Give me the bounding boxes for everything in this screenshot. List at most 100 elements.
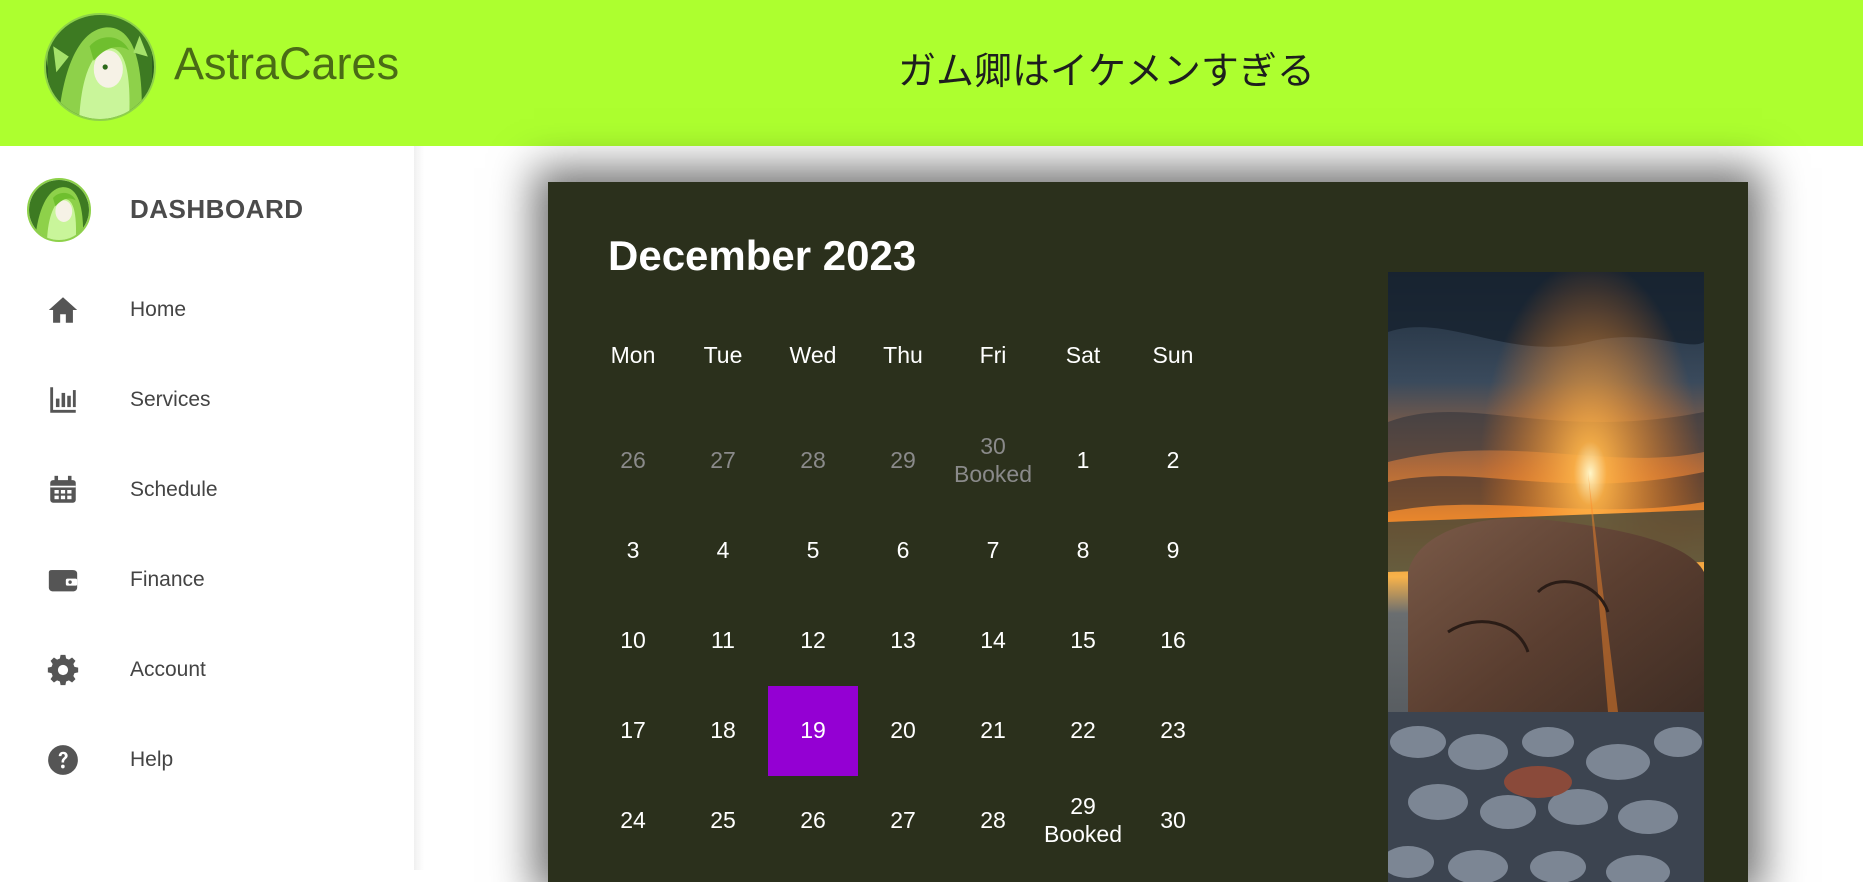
calendar-day[interactable]: 3 [588,506,678,596]
calendar-day[interactable]: 30 [1128,776,1218,866]
day-number: 26 [620,447,646,474]
day-number: 8 [1076,537,1090,564]
calendar-day[interactable]: 4 [678,506,768,596]
day-number: 19 [800,717,826,744]
calendar-day[interactable]: 28 [768,416,858,506]
calendar-day[interactable]: 12 [768,596,858,686]
calendar-day[interactable]: 15 [1038,596,1128,686]
calendar-card: December 2023 Mon Tue Wed Thu Fri Sat Su… [548,182,1748,882]
day-number: 9 [1166,537,1180,564]
sidebar-item-account[interactable]: Account [0,635,414,705]
day-number: 17 [620,717,646,744]
calendar-day[interactable]: 28 [948,776,1038,866]
day-number: 14 [980,627,1006,654]
calendar-day[interactable]: 25 [678,776,768,866]
sidebar-divider [414,146,424,870]
calendar-day[interactable]: 24 [588,776,678,866]
day-number: 27 [890,807,916,834]
day-number: 15 [1070,627,1096,654]
brand-name[interactable]: AstraCares [174,38,399,90]
top-header: AstraCares ガム卿はイケメンすぎる [0,0,1863,146]
calendar-day[interactable]: 17 [588,686,678,776]
day-number: 4 [716,537,730,564]
day-number: 22 [1070,717,1096,744]
calendar-day[interactable]: 26 [588,416,678,506]
day-number: 23 [1160,717,1186,744]
day-number: 5 [806,537,820,564]
question-circle-icon [46,743,80,777]
weekday-label: Thu [883,342,923,368]
weekday-label: Wed [789,342,837,368]
calendar-day[interactable]: 16 [1128,596,1218,686]
calendar-day[interactable]: 11 [678,596,768,686]
gear-icon [46,653,80,687]
calendar-day[interactable]: 23 [1128,686,1218,776]
header-message: ガム卿はイケメンすぎる [898,49,1315,93]
weekday-label: Sat [1065,342,1101,368]
sunset-rock-image [1388,272,1704,882]
brand-logo[interactable] [44,13,156,121]
calendar-day[interactable]: 27 [678,416,768,506]
calendar-day[interactable]: 26 [768,776,858,866]
calendar-day[interactable]: 18 [678,686,768,776]
calendar-day[interactable]: 10 [588,596,678,686]
booked-label: Booked [1043,821,1122,847]
avatar[interactable] [27,178,91,242]
day-number: 29 [890,447,916,474]
weekday-label: Sun [1152,342,1194,368]
wallet-icon [46,563,80,597]
sidebar-item-schedule[interactable]: Schedule [0,455,414,525]
day-number: 3 [626,537,640,564]
calendar-day[interactable]: 13 [858,596,948,686]
calendar-day[interactable]: 7 [948,506,1038,596]
calendar-day[interactable]: 20 [858,686,948,776]
sunset-photo [1388,272,1704,882]
calendar-day[interactable]: 2 [1128,416,1218,506]
sidebar-item-help[interactable]: Help [0,725,414,795]
calendar-day[interactable]: 21 [948,686,1038,776]
calendar-day-today[interactable]: 19 [768,686,858,776]
day-number: 11 [711,627,735,654]
avatar-illustration [29,180,89,240]
weekday-label: Tue [703,342,743,368]
calendar-day[interactable]: 27 [858,776,948,866]
day-number: 12 [800,627,826,654]
avatar-illustration [48,15,152,119]
sidebar: DASHBOARD Home Services Schedule Finance… [0,146,414,870]
day-number: 2 [1166,447,1180,474]
day-number: 27 [710,447,736,474]
calendar-day[interactable]: 29 [858,416,948,506]
sidebar-item-label: Finance [130,568,205,591]
dashboard-title: DASHBOARD [130,194,304,224]
calendar-day[interactable]: 9 [1128,506,1218,596]
day-number: 24 [620,807,646,834]
day-number: 10 [620,627,646,654]
calendar-day[interactable]: 30 Booked [948,416,1038,506]
day-number: 26 [800,807,826,834]
sidebar-item-services[interactable]: Services [0,365,414,435]
sidebar-item-home[interactable]: Home [0,275,414,345]
calendar-day[interactable]: 14 [948,596,1038,686]
sidebar-item-label: Services [130,388,211,411]
calendar-day[interactable]: 5 [768,506,858,596]
calendar-day[interactable]: 1 [1038,416,1128,506]
day-number: 16 [1160,627,1186,654]
home-icon [46,293,80,327]
sidebar-item-label: Schedule [130,478,218,501]
day-number: 21 [980,717,1006,744]
day-number: 7 [986,537,1000,564]
sidebar-item-finance[interactable]: Finance [0,545,414,615]
day-number: 25 [710,807,736,834]
day-number: 1 [1076,447,1090,474]
weekday-label: Fri [979,342,1007,368]
calendar-day[interactable]: 22 [1038,686,1128,776]
bar-chart-icon [46,383,80,417]
calendar-day[interactable]: 29 Booked [1038,776,1128,866]
day-number: 18 [710,717,736,744]
day-number: 30 [1160,807,1186,834]
calendar-day[interactable]: 6 [858,506,948,596]
day-number: 28 [980,807,1006,834]
calendar-day[interactable]: 8 [1038,506,1128,596]
day-number: 13 [890,627,916,654]
day-number: 30 [980,433,1006,460]
